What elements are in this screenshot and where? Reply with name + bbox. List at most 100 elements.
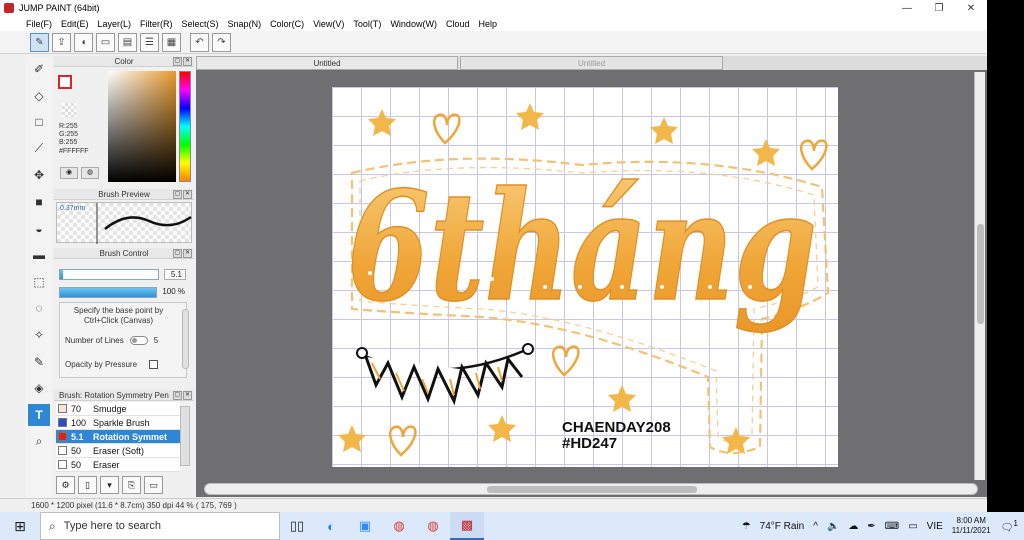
fill-rect-icon[interactable]: ■	[28, 190, 50, 213]
chrome-profile-icon[interactable]: ◍	[416, 512, 450, 540]
menu-tool[interactable]: Tool(T)	[353, 19, 381, 29]
brush-size-value[interactable]: 5.1	[164, 269, 186, 280]
panel-float-icon[interactable]: ▢	[173, 391, 182, 400]
menu-help[interactable]: Help	[478, 19, 497, 29]
chrome-icon[interactable]: ◍	[382, 512, 416, 540]
opacity-slider[interactable]	[59, 287, 157, 298]
panel-float-icon[interactable]: ▢	[173, 57, 182, 66]
close-button[interactable]: ✕	[955, 0, 987, 16]
layer-upload-icon[interactable]: ⇪	[52, 32, 71, 52]
brush-settings-icon[interactable]: ⚙	[56, 476, 75, 494]
pressure-checkbox[interactable]	[149, 360, 159, 369]
brush-folder-icon[interactable]: ▭	[144, 476, 163, 494]
main-color-swatch[interactable]	[58, 75, 72, 89]
brush-item-eraser-soft[interactable]: 50 Eraser (Soft)	[56, 444, 180, 458]
brush-item-sparkle[interactable]: 100 Sparkle Brush	[56, 416, 180, 430]
color-history-button[interactable]: ◍	[81, 167, 99, 179]
drawing-canvas[interactable]: 6tháng CHAENDAY208 #HD247	[332, 87, 838, 467]
keyboard-icon[interactable]: ⌨	[885, 521, 899, 532]
selection-rect-icon[interactable]: □	[28, 111, 50, 134]
menu-snap[interactable]: Snap(N)	[228, 19, 262, 29]
page-icon[interactable]: ▤	[118, 32, 137, 52]
lines-toggle[interactable]	[129, 336, 148, 345]
menu-filter[interactable]: Filter(R)	[140, 19, 173, 29]
menu-layer[interactable]: Layer(L)	[98, 19, 132, 29]
brush-menu-icon[interactable]: ▾	[100, 476, 119, 494]
panel-close-icon[interactable]: ✕	[183, 57, 192, 66]
vertical-scroll-thumb[interactable]	[977, 224, 984, 324]
display-icon[interactable]: ▭	[908, 521, 917, 532]
sub-color-swatch[interactable]	[62, 103, 76, 117]
vertical-scrollbar[interactable]	[974, 72, 985, 480]
pen-icon[interactable]: ✒	[867, 521, 875, 532]
brush-swatch	[58, 418, 67, 427]
horizontal-scrollbar[interactable]	[204, 483, 978, 495]
windows-start-icon[interactable]: ⊞	[0, 512, 40, 540]
brush-item-smudge[interactable]: 70 Smudge	[56, 402, 180, 416]
menu-view[interactable]: View(V)	[313, 19, 344, 29]
panel-close-icon[interactable]: ✕	[183, 190, 192, 199]
brush-size-slider[interactable]	[59, 269, 159, 280]
new-brush-icon[interactable]: ▯	[78, 476, 97, 494]
bucket-icon[interactable]: ◒	[28, 217, 50, 240]
cloud-icon[interactable]: ☁	[848, 521, 858, 532]
menu-file[interactable]: File(F)	[26, 19, 52, 29]
select-pen-icon[interactable]: ✎	[28, 350, 50, 373]
comment-icon[interactable]: ▭	[96, 32, 115, 52]
saturation-value-picker[interactable]	[108, 71, 176, 182]
volume-icon[interactable]: 🔈	[827, 521, 839, 532]
weather-text[interactable]: 74°F Rain	[760, 521, 805, 532]
brush-item-eraser[interactable]: 50 Eraser	[56, 458, 180, 472]
restore-button[interactable]: ❐	[923, 0, 955, 16]
panel-close-icon[interactable]: ✕	[183, 249, 192, 258]
minimize-button[interactable]: —	[891, 0, 923, 16]
weather-icon[interactable]: ☂	[742, 521, 751, 532]
notification-icon[interactable]: 🗨1	[1001, 518, 1018, 533]
menu-cloud[interactable]: Cloud	[446, 19, 470, 29]
pen-cursor-icon[interactable]: ✎	[30, 32, 49, 52]
copy-brush-icon[interactable]: ⎘	[122, 476, 141, 494]
language-indicator[interactable]: VIE	[927, 521, 943, 532]
zoom-icon[interactable]: ▣	[348, 512, 382, 540]
tab-untitled-active[interactable]: Untitled	[196, 56, 458, 70]
taskbar-search[interactable]: ⌕ Type here to search	[40, 512, 280, 540]
edge-icon[interactable]: ◐	[314, 512, 348, 540]
line-tool-icon[interactable]: ⟋	[28, 137, 50, 160]
redo-icon[interactable]: ↷	[212, 32, 231, 52]
lasso-icon[interactable]: ◌	[28, 297, 50, 320]
undo-icon[interactable]: ↶	[190, 32, 209, 52]
gradient-icon[interactable]: ▬	[28, 244, 50, 267]
hue-slider[interactable]	[179, 71, 191, 182]
menu-edit[interactable]: Edit(E)	[61, 19, 89, 29]
speech-bubble-icon[interactable]: ◖	[74, 32, 93, 52]
brush-swatch	[58, 446, 67, 455]
taskbar-clock[interactable]: 8:00 AM 11/11/2021	[952, 516, 991, 536]
color-panel: Color ▢ ✕ R:255 G:255 B:255 #FFFFFF ◉ ◍	[54, 56, 194, 187]
select-dotted-icon[interactable]: ⬚	[28, 270, 50, 293]
eraser-icon[interactable]: ◇	[28, 84, 50, 107]
select-eraser-icon[interactable]: ◈	[28, 377, 50, 400]
page-grid-icon[interactable]: ▦	[162, 32, 181, 52]
menu-select[interactable]: Select(S)	[182, 19, 219, 29]
brush-control-scrollbar[interactable]	[182, 309, 189, 369]
panel-close-icon[interactable]: ✕	[183, 391, 192, 400]
side-panels: Color ▢ ✕ R:255 G:255 B:255 #FFFFFF ◉ ◍ B…	[54, 56, 194, 496]
panel-float-icon[interactable]: ▢	[173, 249, 182, 258]
color-mode-button[interactable]: ◉	[60, 167, 78, 179]
brush-item-rotation-symmetry[interactable]: 5.1 Rotation Symmet	[56, 430, 180, 444]
task-view-icon[interactable]: ▯▯	[280, 512, 314, 540]
jump-paint-taskbar-icon[interactable]: ▩	[450, 512, 484, 540]
text-icon[interactable]: T	[28, 403, 50, 426]
magic-wand-icon[interactable]: ✧	[28, 323, 50, 346]
dropper-icon[interactable]: ⌕	[28, 430, 50, 453]
menu-window[interactable]: Window(W)	[390, 19, 437, 29]
brush-list-scrollbar[interactable]	[180, 406, 190, 466]
horizontal-scroll-thumb[interactable]	[487, 486, 697, 493]
brush-icon[interactable]: ✐	[28, 58, 50, 80]
move-icon[interactable]: ✥	[28, 164, 50, 187]
chevron-up-icon[interactable]: ^	[813, 521, 818, 532]
tab-untitled-inactive[interactable]: Untitled	[460, 56, 723, 70]
menu-color[interactable]: Color(C)	[270, 19, 304, 29]
page-list-icon[interactable]: ☰	[140, 32, 159, 52]
panel-float-icon[interactable]: ▢	[173, 190, 182, 199]
